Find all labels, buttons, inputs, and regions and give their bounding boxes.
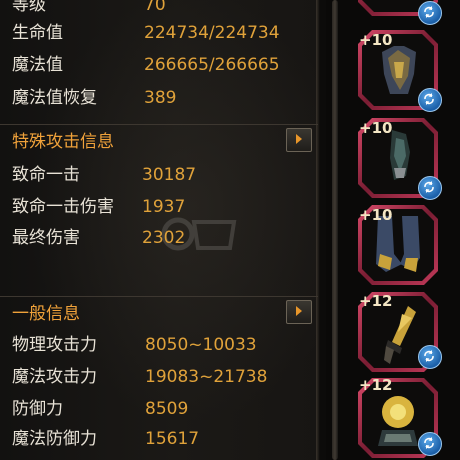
section-header-general: 一般信息 xyxy=(0,296,318,327)
enhance-level: +10 xyxy=(359,206,393,224)
enhance-level: +12 xyxy=(359,376,393,394)
swap-icon[interactable] xyxy=(418,345,442,369)
stat-value: 8509 xyxy=(145,399,189,419)
chevron-right-icon xyxy=(296,134,302,144)
swap-icon[interactable] xyxy=(418,432,442,456)
chevron-right-icon xyxy=(296,306,302,316)
rail-chain xyxy=(332,0,338,460)
stat-label: 致命一击 xyxy=(12,165,80,185)
stat-value: 389 xyxy=(144,88,177,108)
section-title: 特殊攻击信息 xyxy=(12,132,114,152)
stat-label: 魔法值恢复 xyxy=(12,88,97,108)
expand-general-button[interactable] xyxy=(286,300,312,324)
stat-value: 2302 xyxy=(142,228,186,248)
stat-label: 魔法防御力 xyxy=(12,429,97,449)
enhance-level: +10 xyxy=(359,31,393,49)
stat-label: 防御力 xyxy=(12,399,63,419)
stat-value: 70 xyxy=(144,0,166,15)
stat-value: 8050~10033 xyxy=(145,335,257,355)
stat-value: 1937 xyxy=(142,197,186,217)
stat-value: 15617 xyxy=(145,429,200,449)
stat-label: 等级 xyxy=(12,0,46,15)
stat-label: 最终伤害 xyxy=(12,228,80,248)
panel-divider xyxy=(316,0,320,460)
stat-value: 19083~21738 xyxy=(145,367,268,387)
swap-icon[interactable] xyxy=(418,176,442,200)
stat-label: 魔法值 xyxy=(12,55,63,75)
expand-special-button[interactable] xyxy=(286,128,312,152)
stat-label: 物理攻击力 xyxy=(12,335,97,355)
stat-value: 224734/224734 xyxy=(144,23,280,43)
swap-icon[interactable] xyxy=(418,88,442,112)
section-header-special: 特殊攻击信息 xyxy=(0,124,318,155)
stat-label: 生命值 xyxy=(12,23,63,43)
section-title: 一般信息 xyxy=(12,304,80,324)
stat-label: 魔法攻击力 xyxy=(12,367,97,387)
stat-value: 30187 xyxy=(142,165,197,185)
armor-icon xyxy=(382,46,416,94)
enhance-level: +10 xyxy=(359,119,393,137)
stat-label: 致命一击伤害 xyxy=(12,197,114,217)
stat-value: 266665/266665 xyxy=(144,55,280,75)
swap-icon[interactable] xyxy=(418,1,442,25)
accessory-icon xyxy=(378,396,418,446)
enhance-level: +12 xyxy=(359,292,393,310)
